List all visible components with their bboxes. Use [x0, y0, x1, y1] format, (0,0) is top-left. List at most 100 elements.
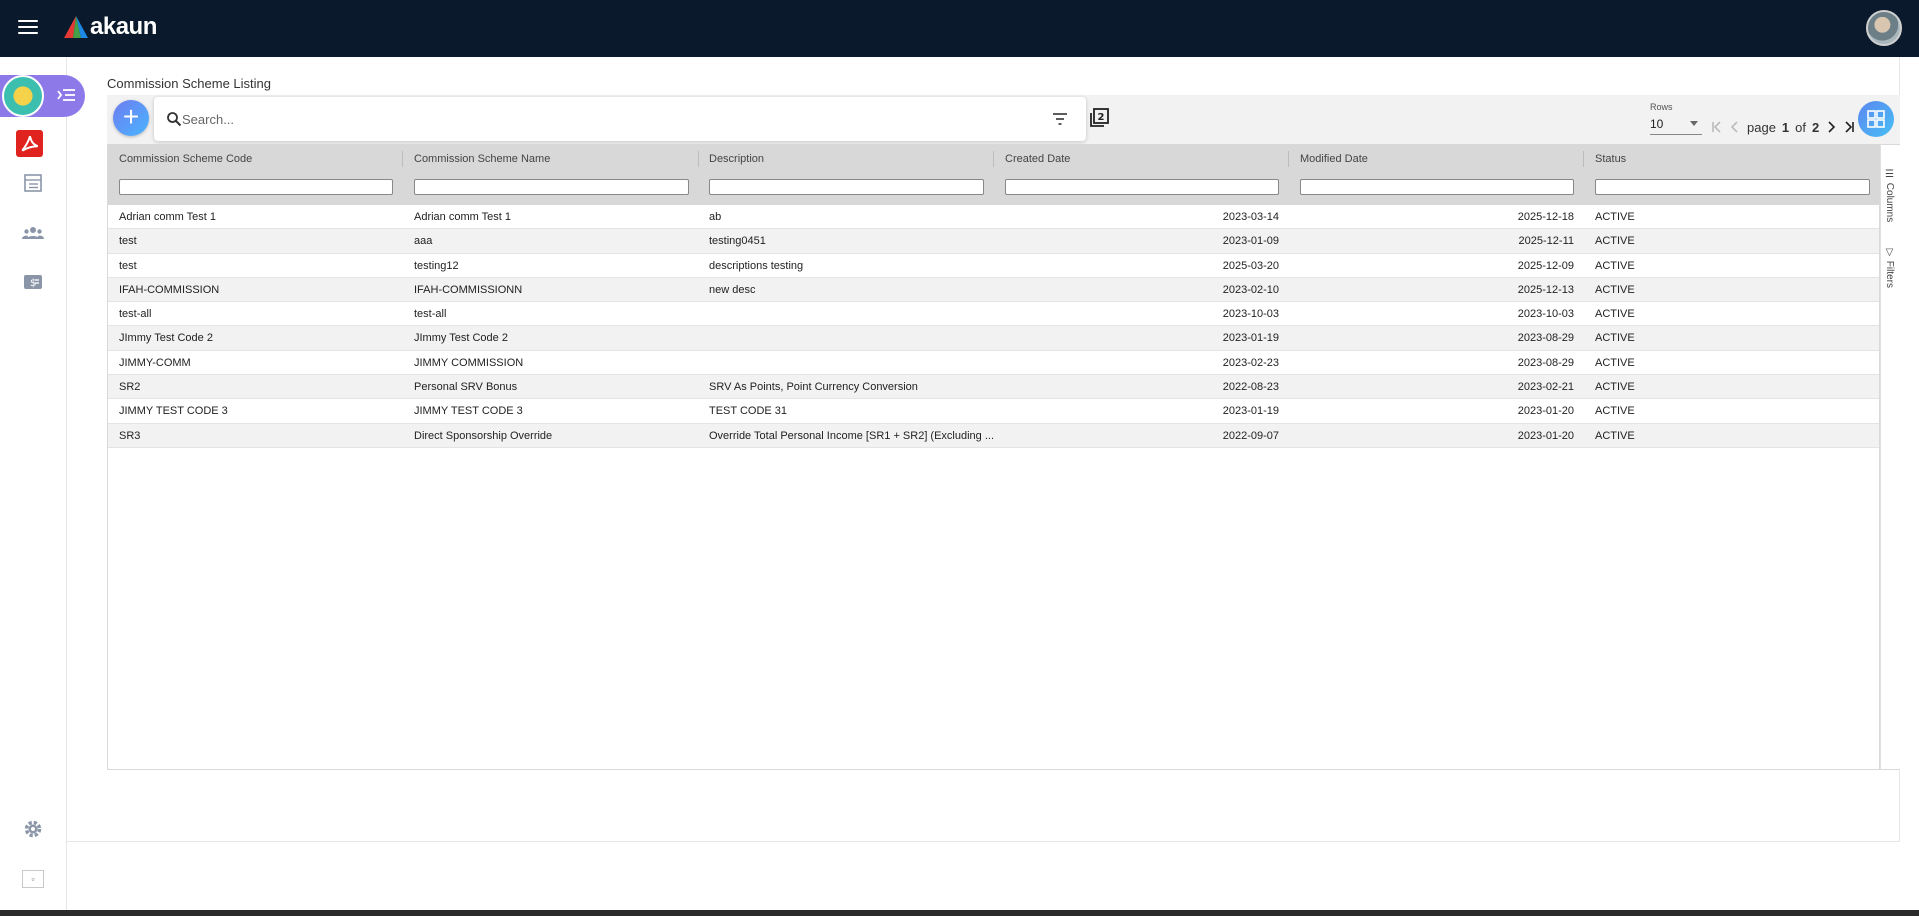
- akaun-logo-mark-icon: [64, 16, 88, 38]
- grid-side-panel: ☰ Columns ▽ Filters: [1880, 144, 1900, 770]
- cell-name: JIMMY COMMISSION: [414, 356, 524, 369]
- cell-name: JIMMY TEST CODE 3: [414, 405, 523, 418]
- table-row[interactable]: test testing12 descriptions testing 2025-03…: [108, 254, 1879, 278]
- filter-input-description[interactable]: [709, 179, 984, 195]
- cell-status: ACTIVE: [1595, 211, 1635, 223]
- filter-input-name[interactable]: [414, 179, 689, 195]
- brand-name: akaun: [90, 13, 157, 40]
- dropdown-caret-icon: [1690, 121, 1698, 126]
- rows-per-page-value: 10: [1650, 117, 1664, 131]
- cell-code: test: [119, 235, 137, 248]
- app-avatar-icon[interactable]: [2, 75, 44, 117]
- column-separator[interactable]: [1288, 151, 1289, 167]
- filters-tab[interactable]: ▽ Filters: [1884, 247, 1895, 288]
- cell-status: ACTIVE: [1595, 235, 1635, 248]
- page-label: page: [1747, 119, 1776, 135]
- cell-status: ACTIVE: [1595, 429, 1635, 442]
- rows-label: Rows: [1650, 102, 1673, 112]
- table-row[interactable]: test aaa testing0451 2023-01-09 2025-12-11 AC…: [108, 229, 1879, 254]
- cell-modified-date: 2023-10-03: [1517, 308, 1574, 321]
- cell-name: IFAH-COMMISSIONN: [414, 283, 523, 296]
- search-icon: [167, 112, 182, 127]
- column-header-status[interactable]: Status: [1595, 153, 1626, 165]
- column-header-code[interactable]: Commission Scheme Code: [119, 153, 252, 165]
- table-body: Adrian comm Test 1 Adrian comm Test 1 ab 20…: [108, 205, 1879, 448]
- settings-icon[interactable]: [22, 818, 44, 840]
- payment-icon[interactable]: $: [22, 271, 44, 293]
- column-header-created-date[interactable]: Created Date: [1005, 153, 1070, 165]
- column-separator[interactable]: [1583, 151, 1584, 167]
- pagination: page 1 of 2: [1708, 117, 1858, 137]
- filter-icon[interactable]: [1052, 113, 1068, 125]
- cell-status: ACTIVE: [1595, 356, 1635, 369]
- table-row[interactable]: Adrian comm Test 1 Adrian comm Test 1 ab 20…: [108, 205, 1879, 230]
- cell-code: JImmy Test Code 2: [119, 332, 213, 345]
- cell-description: testing0451: [709, 235, 766, 248]
- rows-per-page-select[interactable]: 10: [1650, 115, 1702, 135]
- cell-modified-date: 2025-12-09: [1517, 259, 1574, 272]
- cell-status: ACTIVE: [1595, 381, 1635, 394]
- cell-modified-date: 2025-12-13: [1517, 283, 1574, 296]
- cell-name: test-all: [414, 308, 447, 321]
- akaun-logo[interactable]: akaun: [64, 13, 157, 40]
- total-pages: 2: [1812, 119, 1820, 135]
- table-row[interactable]: SR3 Direct Sponsorship Override Override T…: [108, 423, 1879, 448]
- column-header-name[interactable]: Commission Scheme Name: [414, 153, 550, 165]
- columns-tab[interactable]: ☰ Columns: [1884, 169, 1895, 222]
- cell-modified-date: 2023-08-29: [1517, 356, 1574, 369]
- next-page-icon[interactable]: [1822, 118, 1840, 136]
- cell-code: test-all: [119, 308, 152, 321]
- cell-created-date: 2022-09-07: [1222, 429, 1279, 442]
- team-icon[interactable]: [22, 222, 44, 244]
- cell-created-date: 2022-08-23: [1222, 381, 1279, 394]
- list-icon[interactable]: [22, 172, 44, 194]
- search-input[interactable]: [182, 107, 1022, 131]
- table-row[interactable]: SR2 Personal SRV Bonus SRV As Points, Poin…: [108, 375, 1879, 400]
- filters-tab-label: Filters: [1884, 260, 1895, 289]
- table-row[interactable]: IFAH-COMMISSION IFAH-COMMISSIONN new desc 2…: [108, 277, 1879, 303]
- data-grid: Commission Scheme Code Commission Scheme…: [107, 144, 1880, 770]
- table-row[interactable]: JIMMY TEST CODE 3 JIMMY TEST CODE 3 TEST C…: [108, 399, 1879, 424]
- cell-code: JIMMY TEST CODE 3: [119, 405, 228, 418]
- search-box: [154, 97, 1086, 141]
- column-separator[interactable]: [698, 151, 699, 167]
- cell-modified-date: 2023-08-29: [1517, 332, 1574, 345]
- page-title: Commission Scheme Listing: [107, 76, 272, 91]
- column-header-description[interactable]: Description: [709, 153, 764, 165]
- cell-description: TEST CODE 31: [709, 405, 788, 418]
- filter-input-modified-date[interactable]: [1300, 179, 1574, 195]
- filter-input-code[interactable]: [119, 179, 393, 195]
- add-button[interactable]: +: [113, 100, 149, 136]
- column-header-modified-date[interactable]: Modified Date: [1300, 153, 1368, 165]
- table-row[interactable]: test-all test-all 2023-10-03 2023-10-03 ACTI…: [108, 302, 1879, 327]
- cell-created-date: 2023-02-10: [1222, 283, 1279, 296]
- acrobat-icon[interactable]: [16, 130, 43, 157]
- filter-input-created-date[interactable]: [1005, 179, 1279, 195]
- cell-code: IFAH-COMMISSION: [119, 283, 220, 296]
- cell-modified-date: 2025-12-18: [1517, 211, 1574, 223]
- cell-modified-date: 2025-12-11: [1518, 235, 1574, 248]
- cell-name: Personal SRV Bonus: [414, 381, 518, 394]
- column-separator[interactable]: [402, 151, 403, 167]
- cell-created-date: 2023-03-14: [1222, 211, 1279, 223]
- prev-page-icon[interactable]: [1726, 118, 1744, 136]
- filter-input-status[interactable]: [1595, 179, 1870, 195]
- cell-status: ACTIVE: [1595, 405, 1635, 418]
- bottom-bar: [0, 910, 1919, 916]
- cell-status: ACTIVE: [1595, 283, 1635, 296]
- hamburger-menu-icon[interactable]: [18, 20, 38, 36]
- cell-description: ab: [709, 211, 722, 223]
- table-header: Commission Scheme Code Commission Scheme…: [108, 145, 1879, 205]
- first-page-icon[interactable]: [1708, 118, 1726, 136]
- table-row[interactable]: JImmy Test Code 2 JImmy Test Code 2 2023-0…: [108, 326, 1879, 351]
- cell-description: new desc: [709, 283, 756, 296]
- cell-name: testing12: [414, 259, 459, 272]
- grid-view-button[interactable]: [1858, 101, 1894, 137]
- table-row[interactable]: JIMMY-COMM JIMMY COMMISSION 2023-02-23 2023…: [108, 351, 1879, 376]
- cell-status: ACTIVE: [1595, 259, 1635, 272]
- user-avatar[interactable]: [1866, 10, 1902, 46]
- copy-icon[interactable]: 2: [1088, 107, 1110, 129]
- column-separator[interactable]: [993, 151, 994, 167]
- cell-name: JImmy Test Code 2: [414, 332, 508, 345]
- last-page-icon[interactable]: [1840, 118, 1858, 136]
